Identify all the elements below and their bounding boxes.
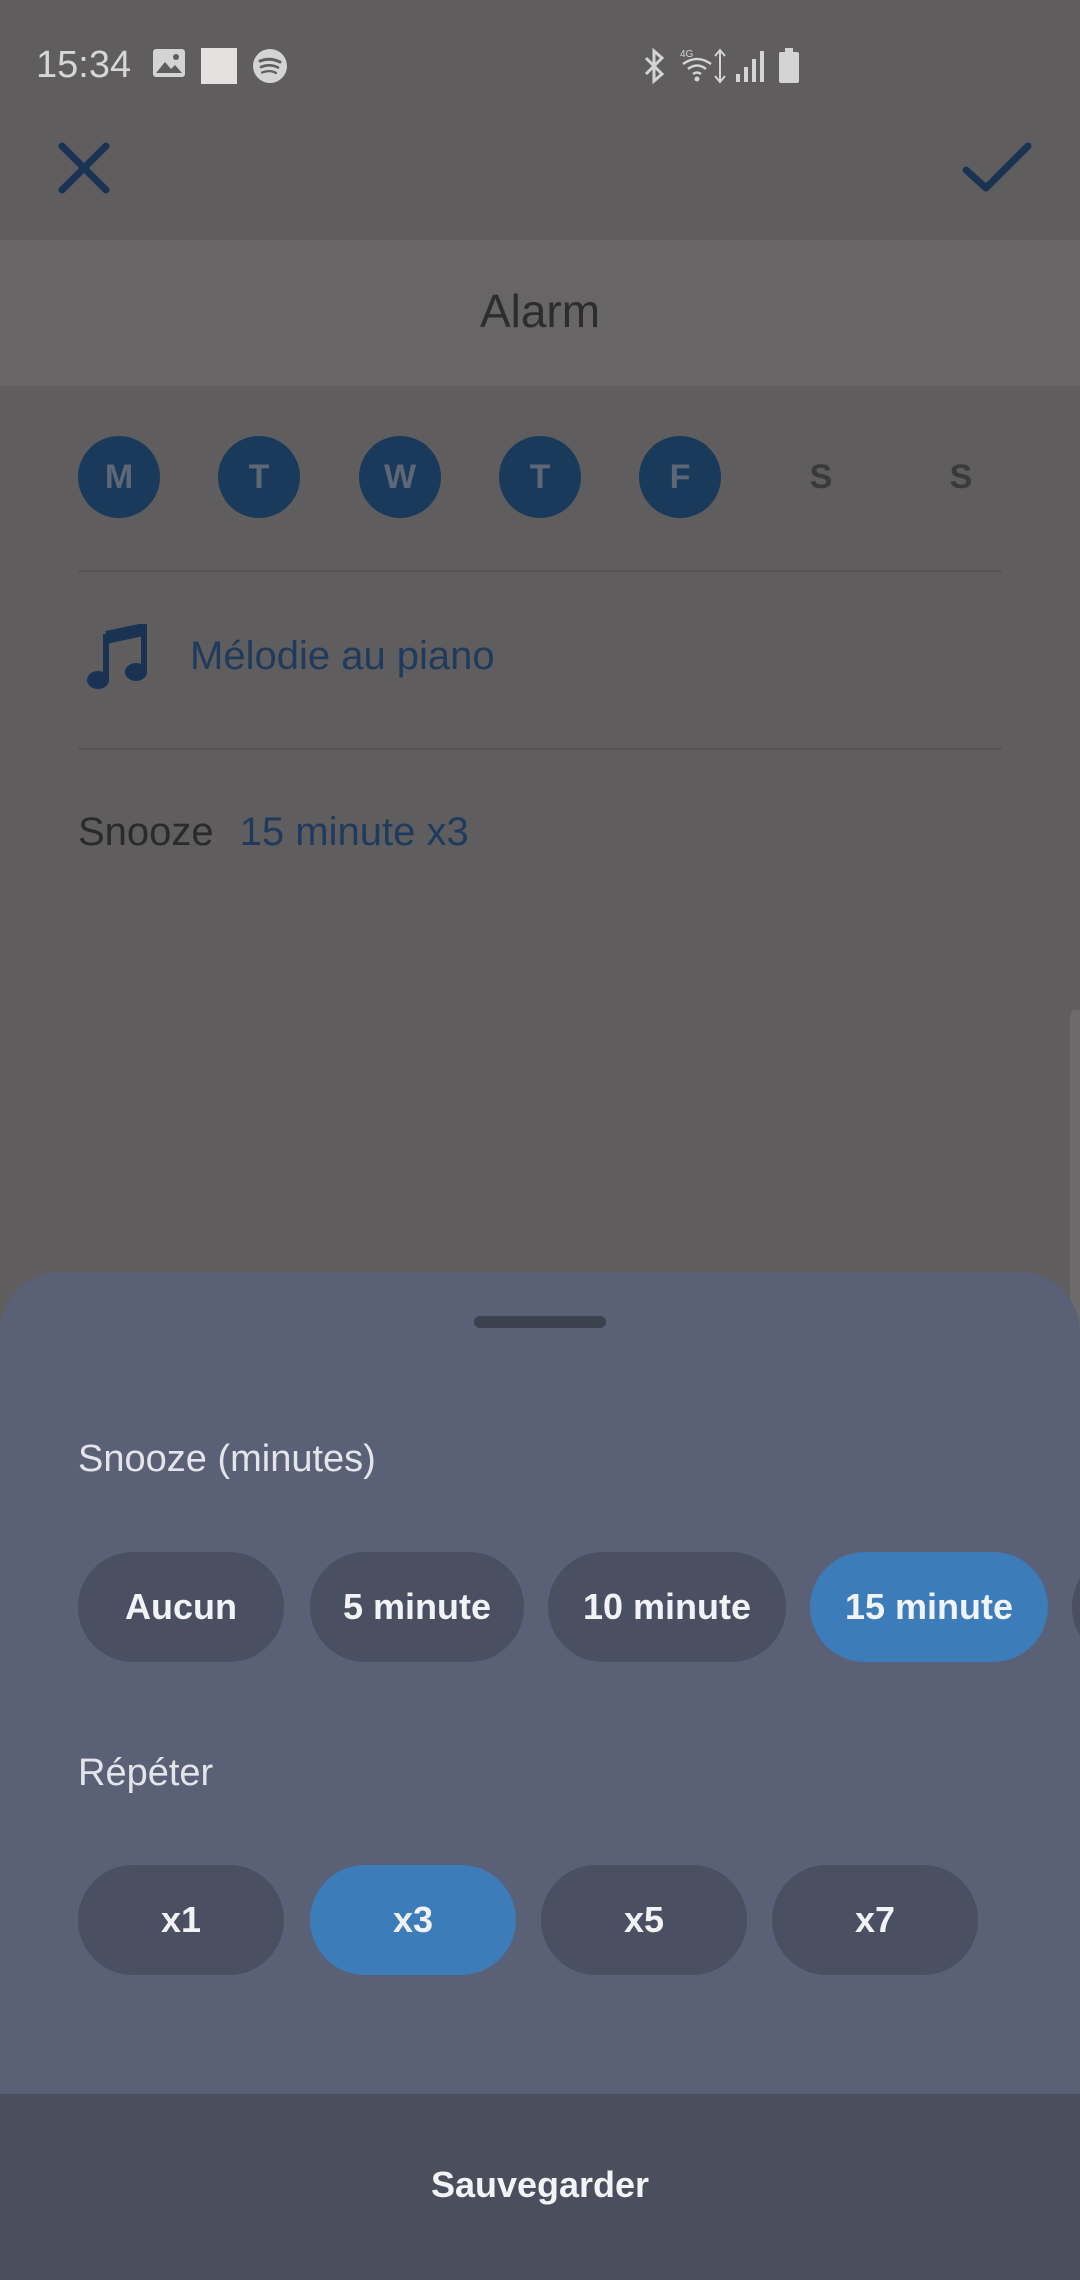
snooze-option-5[interactable]: 5 minute xyxy=(310,1552,524,1662)
music-note-icon xyxy=(87,624,147,689)
repeat-option-x7[interactable]: x7 xyxy=(772,1865,978,1975)
spotify-icon xyxy=(253,49,287,83)
snooze-option-more[interactable] xyxy=(1072,1552,1080,1662)
wifi-icon: 4G xyxy=(680,49,712,82)
close-icon[interactable] xyxy=(48,132,120,204)
save-button-label: Sauvegarder xyxy=(430,2164,650,2205)
top-bar xyxy=(0,130,1080,240)
day-sunday[interactable]: S xyxy=(920,436,1002,518)
snooze-summary-row[interactable]: Snooze 15 minute x3 xyxy=(78,810,469,870)
melody-label: Mélodie au piano xyxy=(190,634,495,678)
snooze-option-15[interactable]: 15 minute xyxy=(810,1552,1048,1662)
snooze-option-none[interactable]: Aucun xyxy=(78,1552,284,1662)
gallery-icon xyxy=(153,49,185,77)
snooze-label: Snooze xyxy=(78,810,214,854)
day-monday[interactable]: M xyxy=(78,436,160,518)
day-selector: M T W T F S S xyxy=(78,436,1008,518)
signal-icon xyxy=(736,51,764,82)
svg-text:4G: 4G xyxy=(680,49,694,60)
day-friday[interactable]: F xyxy=(639,436,721,518)
day-thursday[interactable]: T xyxy=(499,436,581,518)
divider xyxy=(78,570,1002,572)
status-time: 15:34 xyxy=(36,44,132,86)
save-button[interactable]: Sauvegarder xyxy=(0,2094,1080,2280)
bluetooth-icon xyxy=(644,48,665,84)
repeat-option-x5[interactable]: x5 xyxy=(541,1865,747,1975)
repeat-title: Répéter xyxy=(78,1752,214,1794)
repeat-option-x1[interactable]: x1 xyxy=(78,1865,284,1975)
page-title: Alarm xyxy=(479,285,601,337)
confirm-check-icon[interactable] xyxy=(956,132,1036,204)
battery-icon xyxy=(779,48,799,83)
title-band: Alarm xyxy=(0,240,1080,386)
sheet-drag-handle[interactable] xyxy=(474,1316,606,1328)
day-tuesday[interactable]: T xyxy=(218,436,300,518)
melody-row[interactable]: Mélodie au piano xyxy=(78,620,1002,700)
status-bar: 15:34 4G xyxy=(0,0,1080,130)
day-wednesday[interactable]: W xyxy=(359,436,441,518)
day-saturday[interactable]: S xyxy=(780,436,862,518)
notification-square-icon xyxy=(201,48,237,84)
divider xyxy=(78,748,1002,750)
snooze-option-10[interactable]: 10 minute xyxy=(548,1552,786,1662)
repeat-option-x3[interactable]: x3 xyxy=(310,1865,516,1975)
snooze-minutes-title: Snooze (minutes) xyxy=(78,1438,376,1480)
snooze-value: 15 minute x3 xyxy=(239,810,469,854)
data-transfer-icon xyxy=(714,48,726,84)
